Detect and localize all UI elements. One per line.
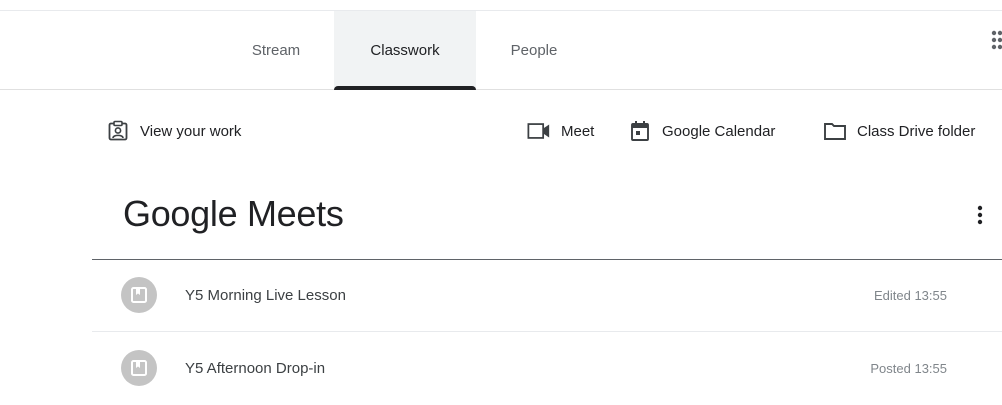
top-nav: Stream Classwork People	[0, 10, 1002, 90]
class-drive-folder-button[interactable]: Class Drive folder	[823, 118, 1002, 144]
class-drive-folder-label: Class Drive folder	[857, 122, 976, 140]
more-options-icon[interactable]	[968, 203, 992, 227]
list-item[interactable]: Y5 Morning Live Lesson Edited 13:55	[92, 260, 1002, 332]
tab-label: Stream	[251, 41, 301, 59]
view-your-work-button[interactable]: View your work	[106, 118, 241, 144]
list-item-status: Edited 13:55	[873, 288, 947, 303]
tab-classwork[interactable]: Classwork	[334, 11, 476, 90]
list-item[interactable]: Y5 Afternoon Drop-in Posted 13:55	[92, 333, 1002, 405]
material-book-icon	[121, 277, 157, 313]
active-tab-indicator	[334, 86, 476, 90]
apps-grid-icon[interactable]	[982, 30, 1002, 50]
list-item-status: Posted 13:55	[870, 361, 947, 376]
view-your-work-label: View your work	[140, 122, 242, 140]
list-item-title: Y5 Morning Live Lesson	[185, 287, 346, 304]
meet-label: Meet	[561, 122, 595, 140]
calendar-icon	[628, 119, 652, 143]
tab-people[interactable]: People	[476, 11, 592, 89]
google-calendar-label: Google Calendar	[662, 122, 776, 140]
assignment-person-icon	[106, 119, 130, 143]
folder-icon	[823, 119, 847, 143]
meet-button[interactable]: Meet	[527, 118, 594, 144]
material-book-icon	[121, 350, 157, 386]
video-camera-icon	[527, 119, 551, 143]
tab-label: Classwork	[370, 41, 440, 59]
google-calendar-button[interactable]: Google Calendar	[628, 118, 775, 144]
tab-label: People	[510, 41, 558, 59]
tab-stream[interactable]: Stream	[218, 11, 334, 89]
list-item-title: Y5 Afternoon Drop-in	[185, 360, 326, 377]
section-title: Google Meets	[123, 193, 344, 234]
